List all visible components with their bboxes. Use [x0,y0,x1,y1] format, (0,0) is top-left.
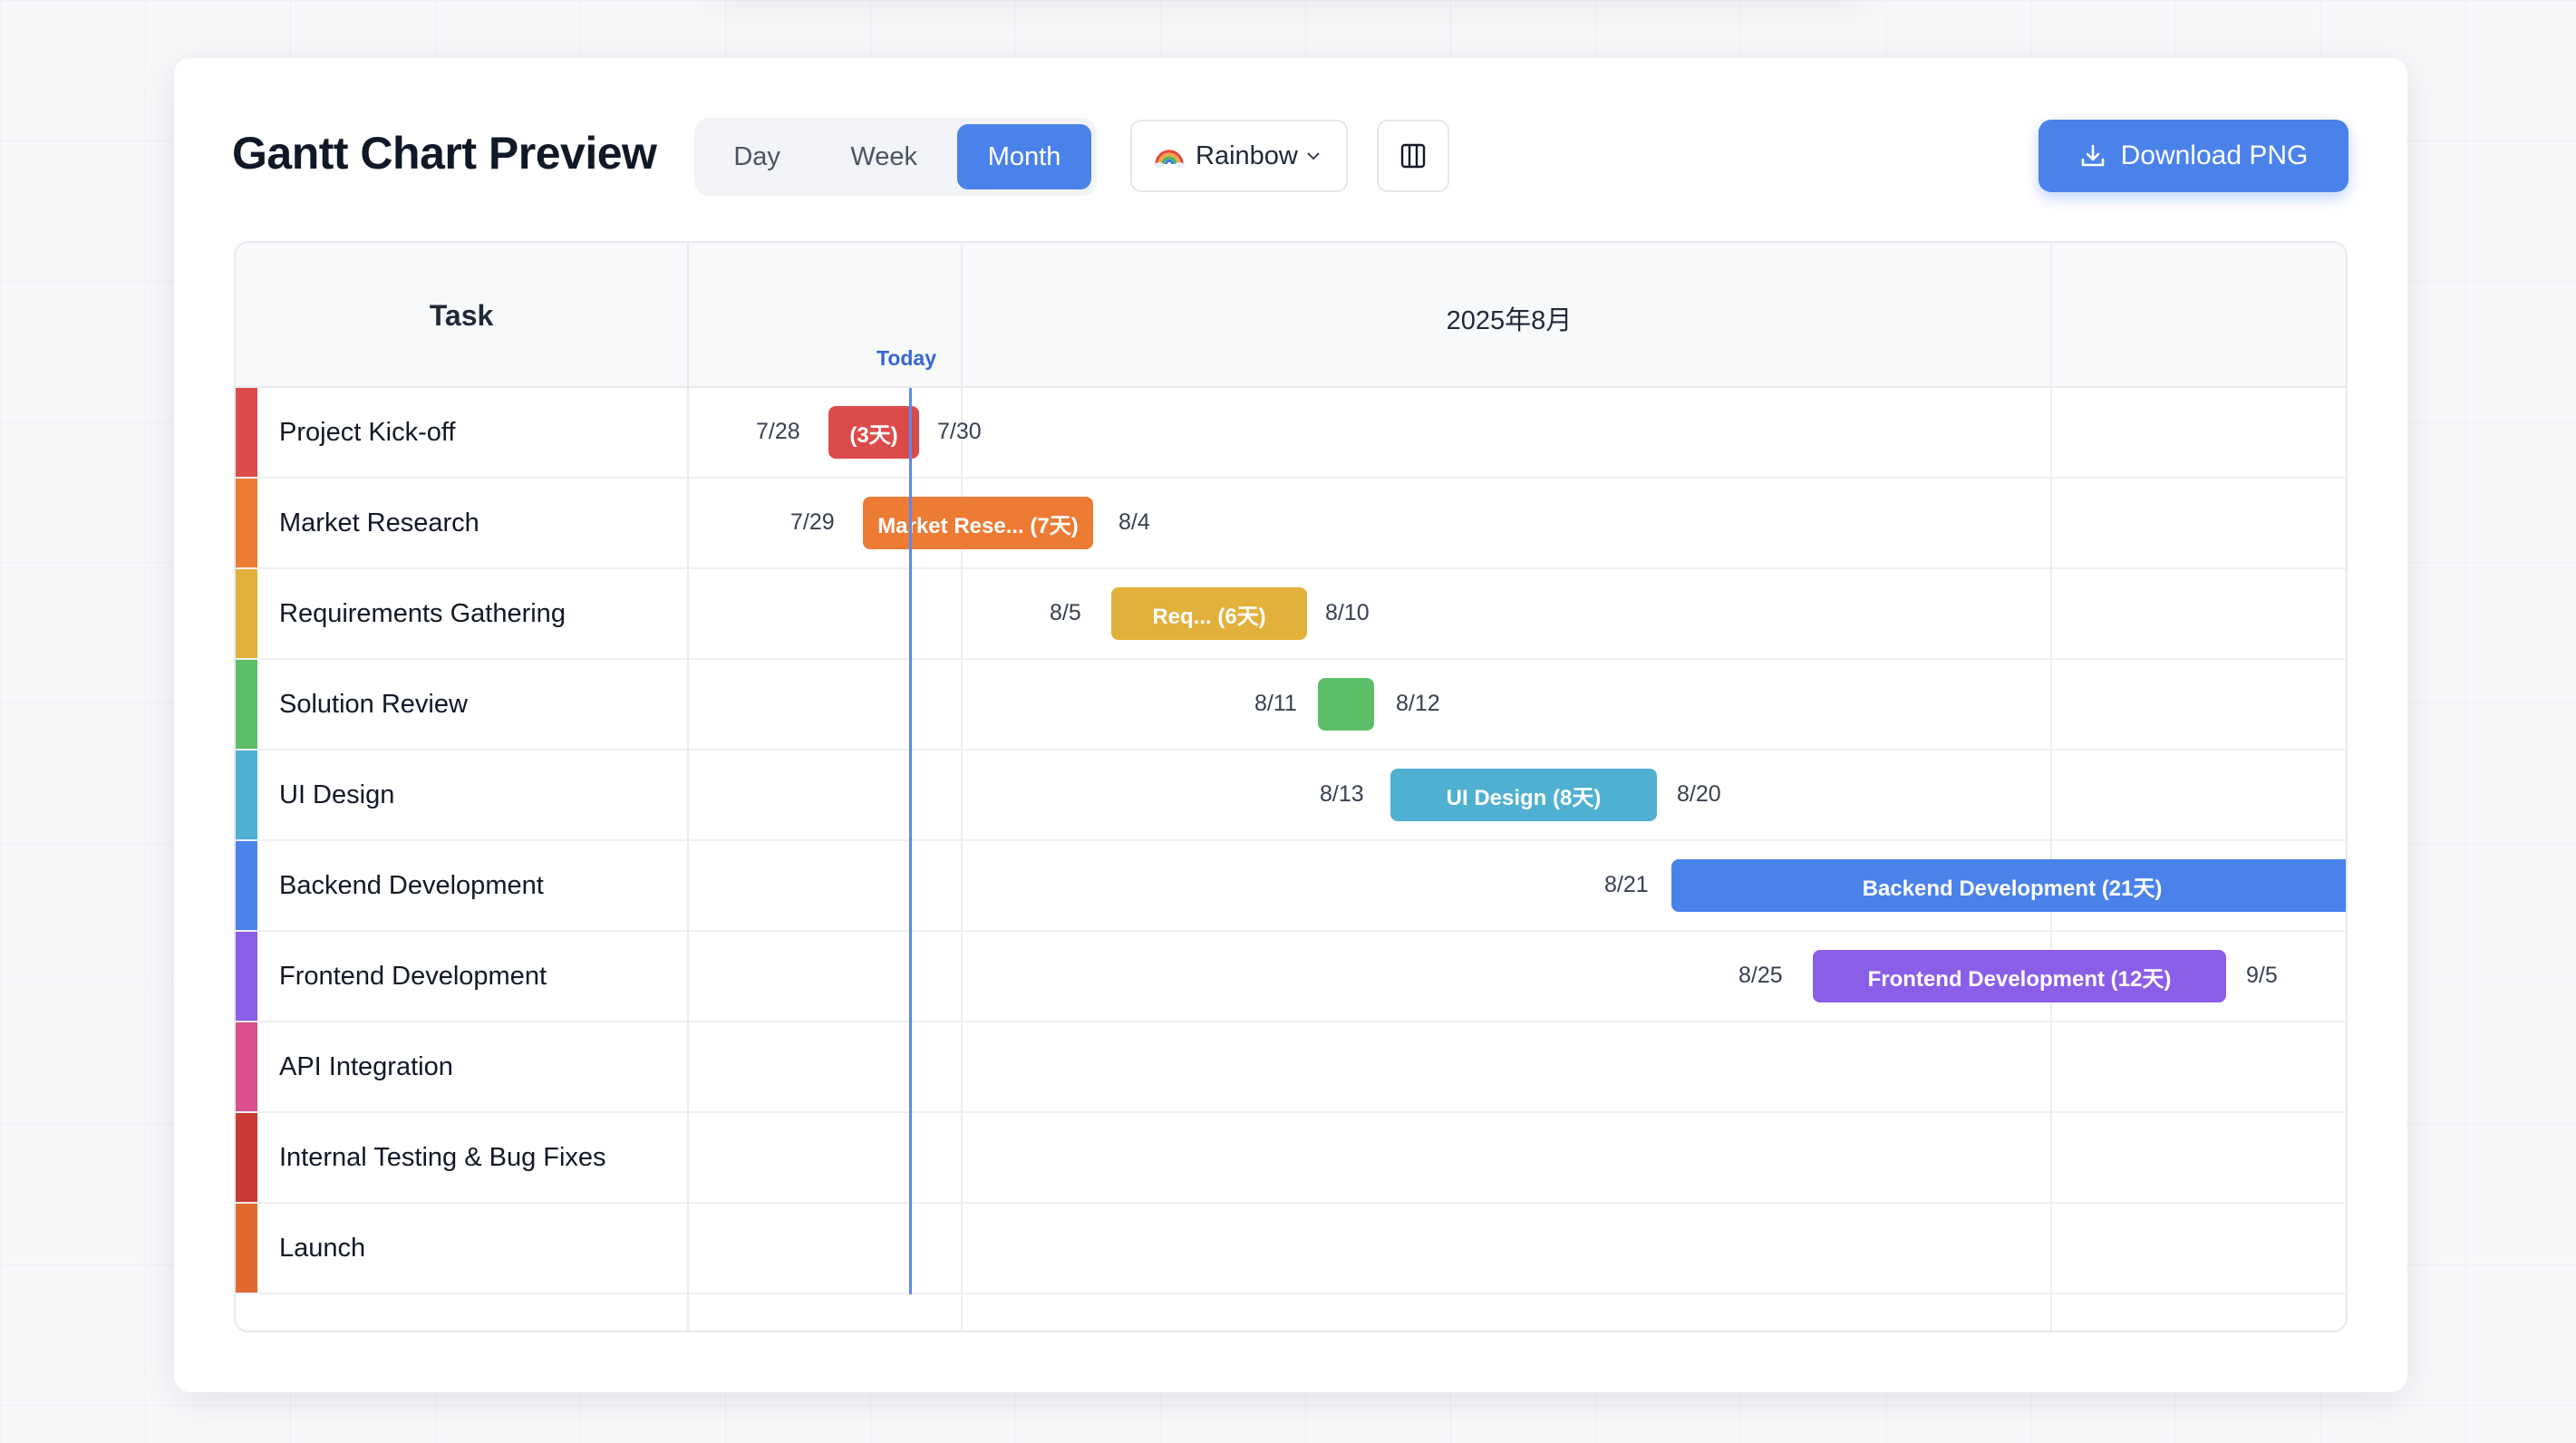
task-color-stripe [236,569,257,658]
task-row[interactable]: Requirements Gathering Req... (6天) 8/5 8/10 [236,569,2346,660]
task-name: Project Kick-off [279,417,456,447]
task-name: Market Research [279,508,479,537]
task-row[interactable]: UI Design UI Design (8天) 8/13 8/20 [236,751,2346,841]
theme-select-label: Rainbow [1196,140,1298,170]
task-color-stripe [236,932,257,1021]
task-name: Launch [279,1233,366,1263]
view-day-button[interactable]: Day [700,124,814,189]
task-column-header: Task [236,243,689,388]
task-color-stripe [236,841,257,930]
task-row[interactable]: Internal Testing & Bug Fixes [236,1113,2346,1204]
task-bar[interactable]: Market Rese... (7天) [863,497,1093,549]
task-name: Requirements Gathering [279,598,566,628]
task-color-stripe [236,388,257,477]
download-png-button[interactable]: Download PNG [2039,120,2348,192]
task-name: Backend Development [279,870,544,900]
task-name: Frontend Development [279,961,547,991]
task-color-stripe [236,751,257,839]
gantt-preview-card: Gantt Chart Preview Day Week Month Rainb… [174,58,2407,1392]
columns-icon [1400,143,1426,169]
task-end-date: 8/20 [1677,781,1721,807]
task-end-date: 9/5 [2246,963,2278,988]
task-bar[interactable] [1318,678,1374,731]
task-row[interactable]: Backend Development Backend Development (… [236,841,2346,932]
task-name: Internal Testing & Bug Fixes [279,1142,606,1172]
task-row[interactable]: Project Kick-off (3天) 7/28 7/30 [236,388,2346,479]
task-start-date: 8/11 [1254,691,1297,716]
task-start-date: 7/28 [756,419,800,444]
task-row[interactable]: Frontend Development Frontend Development… [236,932,2346,1022]
task-row[interactable]: Market Research Market Rese... (7天) 7/29 8/… [236,479,2346,569]
gantt-header: Task 2025年8月 Today [236,243,2346,388]
task-end-date: 8/12 [1396,691,1440,716]
task-bar[interactable]: (3天) [828,406,919,459]
today-label: Today [876,346,937,370]
task-start-date: 8/25 [1738,963,1783,988]
task-row[interactable]: Solution Review 8/11 8/12 [236,660,2346,751]
theme-select[interactable]: Rainbow [1130,120,1348,192]
task-color-stripe [236,1113,257,1202]
task-start-date: 8/13 [1320,781,1364,807]
download-png-label: Download PNG [2120,140,2309,170]
task-color-stripe [236,479,257,567]
task-end-date: 8/4 [1119,509,1150,535]
task-name: UI Design [279,780,395,809]
gantt-chart: Task 2025年8月 Today Project Kick-off (3天) 7… [234,241,2348,1332]
view-switcher: Day Week Month [694,118,1097,196]
task-start-date: 8/5 [1050,600,1081,625]
task-end-date: 7/30 [937,419,982,444]
columns-toggle-button[interactable] [1377,120,1449,192]
rainbow-icon [1155,150,1184,168]
view-week-button[interactable]: Week [814,124,954,189]
chevron-down-icon [1307,152,1320,160]
task-name: Solution Review [279,689,468,719]
task-name: API Integration [279,1051,453,1081]
task-row[interactable]: Launch [236,1204,2346,1294]
task-start-date: 8/21 [1604,872,1649,897]
task-color-stripe [236,1204,257,1293]
view-month-button[interactable]: Month [957,124,1091,189]
task-color-stripe [236,660,257,749]
page-title: Gantt Chart Preview [232,128,657,179]
task-end-date: 8/10 [1325,600,1370,625]
task-bar[interactable]: Frontend Development (12天) [1813,950,2226,1002]
task-color-stripe [236,1022,257,1111]
task-row[interactable]: API Integration [236,1022,2346,1113]
month-header: 2025年8月 [1446,306,1573,335]
today-marker-line [909,388,912,1294]
task-bar[interactable]: Backend Development (21天) [1671,859,2346,912]
task-start-date: 7/29 [790,509,835,535]
task-bar[interactable]: Req... (6天) [1111,587,1307,640]
task-bar[interactable]: UI Design (8天) [1390,769,1657,821]
download-icon [2081,144,2104,167]
